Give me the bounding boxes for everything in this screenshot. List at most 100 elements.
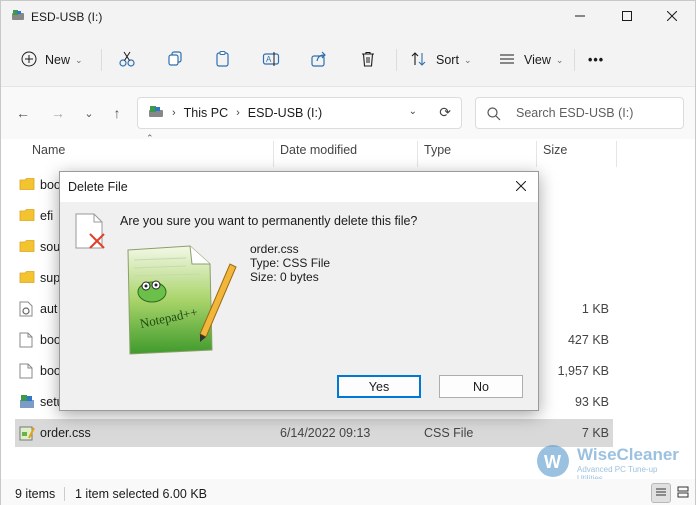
no-button[interactable]: No [439,375,523,398]
file-name: boo [40,364,61,378]
view-label: View [524,53,551,67]
dialog-file-name: order.css [250,242,299,256]
file-size: 1,957 KB [557,364,609,378]
breadcrumb-this-pc[interactable]: This PC [184,106,228,120]
file-date: 6/14/2022 09:13 [280,426,371,440]
tiles-view-icon [677,486,689,501]
more-options-button[interactable]: ••• [588,45,604,75]
file-size: 427 KB [567,333,609,347]
folder-icon [19,270,35,287]
tiles-view-button[interactable] [673,483,693,503]
file-size: 93 KB [574,395,609,409]
file-name: sup [40,271,61,285]
watermark-name: WiseCleaner [577,445,679,464]
file-name: boo [40,178,61,192]
divider [574,49,575,71]
column-header-size[interactable]: Size [543,143,567,165]
drive-icon [148,105,164,122]
file-icon [19,332,33,351]
css-file-icon [19,425,35,444]
maximize-button[interactable] [604,1,650,31]
new-button[interactable]: New ⌄ [21,45,83,75]
wisecleaner-watermark: W WiseCleaner Advanced PC Tune-up Utilit… [535,443,685,483]
chevron-down-icon: ⌄ [463,54,472,65]
back-button[interactable]: ← [11,101,35,125]
drive-icon [11,9,25,26]
cut-button[interactable] [118,45,136,75]
setup-icon [19,394,35,413]
column-header-name[interactable]: Name [32,143,65,165]
file-name: efi [40,209,54,223]
list-view-icon [498,50,516,71]
sort-button[interactable]: Sort ⌄ [410,45,471,75]
arrow-left-icon: ← [16,105,30,121]
navigation-row: ← → ⌄ ↑ › This PC › ESD-USB (I:) ⌄ ⟳ Sea… [1,87,695,139]
recent-locations-button[interactable]: ⌄ [77,101,101,125]
folder-icon [19,177,35,194]
scissors-icon [118,50,136,71]
column-header-date[interactable]: Date modified [280,143,357,165]
forward-button[interactable]: → [46,101,70,125]
search-placeholder: Search ESD-USB (I:) [516,106,634,120]
file-name: boo [40,333,61,347]
sort-label: Sort [436,53,459,67]
file-name: sou [40,240,61,254]
up-button[interactable]: ↑ [105,101,129,125]
dialog-file-type: Type: CSS File [250,256,331,270]
rename-button[interactable]: A [262,45,280,75]
settings-file-icon [19,301,33,320]
more-icon: ••• [588,53,605,67]
column-divider [273,141,274,167]
wisecleaner-logo-icon: W [537,445,569,477]
arrow-right-icon: → [51,105,65,121]
chevron-down-icon: ⌄ [555,54,564,65]
address-bar[interactable]: › This PC › ESD-USB (I:) ⌄ ⟳ [137,97,462,129]
close-icon [515,180,527,194]
details-view-icon [655,486,667,501]
window-title: ESD-USB (I:) [31,10,103,24]
file-name: aut [40,302,58,316]
close-window-button[interactable] [649,1,695,31]
refresh-icon[interactable]: ⟳ [439,104,451,121]
table-row-selected[interactable]: order.css 6/14/2022 09:13 CSS File 7 KB [15,419,613,447]
delete-button[interactable] [359,45,377,75]
dialog-title: Delete File [68,180,128,194]
divider [101,49,102,71]
details-view-button[interactable] [651,483,671,503]
dialog-question: Are you sure you want to permanently del… [120,214,418,228]
clipboard-icon [214,50,232,71]
view-button[interactable]: View ⌄ [498,45,563,75]
chevron-down-icon: ⌄ [75,54,83,65]
divider [64,487,65,501]
folder-icon [19,208,35,225]
search-box[interactable]: Search ESD-USB (I:) [475,97,684,129]
breadcrumb-drive[interactable]: ESD-USB (I:) [248,106,322,120]
rename-icon: A [262,50,280,71]
notepad-plus-plus-file-icon: Notepad++ [120,242,240,360]
dialog-title-bar: Delete File [60,172,538,202]
paste-button[interactable] [214,45,232,75]
file-name: order.css [40,426,91,440]
selection-info: 1 item selected 6.00 KB [75,487,208,501]
folder-icon [19,239,35,256]
share-button[interactable] [310,45,328,75]
dialog-close-button[interactable] [510,176,532,198]
trash-icon [359,50,377,71]
search-icon [486,106,502,125]
file-size: 7 KB [581,426,609,440]
sort-up-indicator-icon: ⌃ [146,133,154,143]
file-info: order.css Type: CSS File Size: 0 bytes [250,242,330,284]
share-icon [310,50,328,71]
plus-circle-icon [21,51,37,70]
file-size: 1 KB [581,302,609,316]
svg-text:A: A [266,55,272,64]
yes-button[interactable]: Yes [337,375,421,398]
svg-text:W: W [544,452,561,472]
sort-icon [410,50,428,71]
copy-button[interactable] [166,45,184,75]
chevron-down-icon: ⌄ [84,107,94,120]
new-label: New [45,53,71,67]
column-header-type[interactable]: Type [424,143,451,165]
chevron-down-icon[interactable]: ⌄ [409,106,417,117]
minimize-button[interactable] [557,1,603,31]
